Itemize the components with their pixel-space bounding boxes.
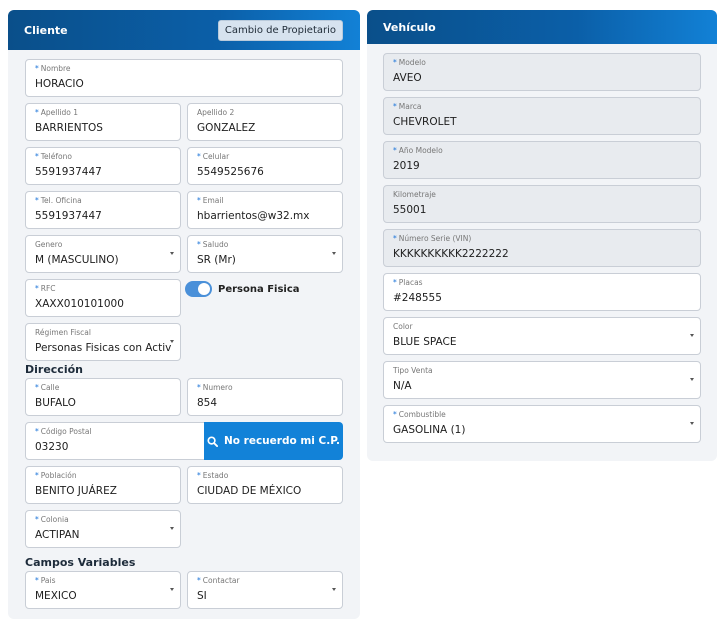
poblacion-field[interactable]: * Población BENITO JUÁREZ [25, 466, 181, 504]
chevron-down-icon [690, 378, 694, 381]
placas-field[interactable]: * Placas #248555 [383, 273, 701, 311]
marca-field: * Marca CHEVROLET [383, 97, 701, 135]
search-icon [207, 435, 218, 447]
campos-variables-title: Campos Variables [25, 556, 136, 569]
colonia-select[interactable]: * Colonia ACTIPAN [25, 510, 181, 548]
kilometraje-field: Kilometraje 55001 [383, 185, 701, 223]
regimen-fiscal-select[interactable]: Régimen Fiscal Personas Fisicas con Acti… [25, 323, 181, 361]
cliente-header: Cliente Cambio de Propietario [8, 10, 360, 50]
apellido2-field[interactable]: Apellido 2 GONZALEZ [187, 103, 343, 141]
color-select[interactable]: Color BLUE SPACE [383, 317, 701, 355]
chevron-down-icon [690, 422, 694, 425]
numero-field[interactable]: * Numero 854 [187, 378, 343, 416]
telefono-field[interactable]: * Teléfono 5591937447 [25, 147, 181, 185]
apellido1-field[interactable]: * Apellido 1 BARRIENTOS [25, 103, 181, 141]
email-field[interactable]: * Email hbarrientos@w32.mx [187, 191, 343, 229]
persona-fisica-label: Persona Fisica [218, 283, 300, 295]
vehiculo-header: Vehículo [367, 10, 717, 44]
estado-field[interactable]: * Estado CIUDAD DE MÉXICO [187, 466, 343, 504]
vin-field: * Número Serie (VIN) KKKKKKKKKK2222222 [383, 229, 701, 267]
cliente-title: Cliente [24, 23, 68, 37]
nombre-value: HORACIO [35, 78, 84, 90]
direccion-title: Dirección [25, 363, 83, 376]
pais-select[interactable]: * Pais MEXICO [25, 571, 181, 609]
vehiculo-title: Vehículo [383, 20, 436, 34]
saludo-select[interactable]: * Saludo SR (Mr) [187, 235, 343, 273]
combustible-select[interactable]: * Combustible GASOLINA (1) [383, 405, 701, 443]
genero-select[interactable]: Genero M (MASCULINO) [25, 235, 181, 273]
tel-oficina-field[interactable]: * Tel. Oficina 5591937447 [25, 191, 181, 229]
persona-fisica-toggle-wrap: Persona Fisica [185, 281, 300, 297]
nombre-field[interactable]: * Nombre HORACIO [25, 59, 343, 97]
rfc-field[interactable]: * RFC XAXX010101000 [25, 279, 181, 317]
cambio-propietario-button[interactable]: Cambio de Propietario [217, 20, 343, 41]
chevron-down-icon [170, 340, 174, 343]
modelo-field: * Modelo AVEO [383, 53, 701, 91]
anio-modelo-field: * Año Modelo 2019 [383, 141, 701, 179]
chevron-down-icon [332, 252, 336, 255]
contactar-select[interactable]: * Contactar SI [187, 571, 343, 609]
codigo-postal-field[interactable]: * Código Postal 03230 [25, 422, 205, 460]
chevron-down-icon [332, 588, 336, 591]
chevron-down-icon [170, 252, 174, 255]
chevron-down-icon [170, 588, 174, 591]
celular-field[interactable]: * Celular 5549525676 [187, 147, 343, 185]
chevron-down-icon [690, 334, 694, 337]
tipo-venta-select[interactable]: Tipo Venta N/A [383, 361, 701, 399]
calle-field[interactable]: * Calle BUFALO [25, 378, 181, 416]
persona-fisica-toggle[interactable] [185, 281, 212, 297]
no-recuerdo-cp-button[interactable]: No recuerdo mi C.P. [204, 422, 343, 460]
chevron-down-icon [170, 527, 174, 530]
